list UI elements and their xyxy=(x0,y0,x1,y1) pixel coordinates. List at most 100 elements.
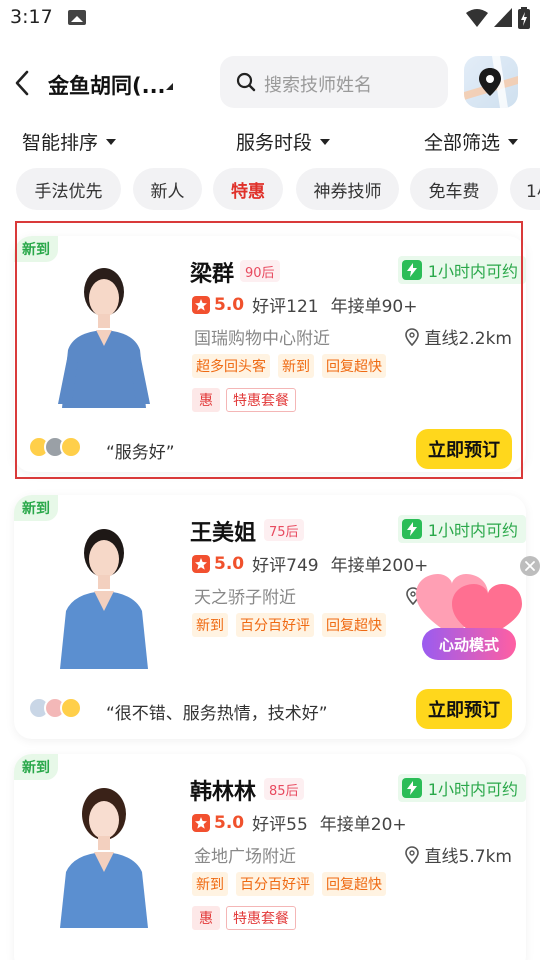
feature-tags: 新到 百分百好评 回复超快 xyxy=(192,872,386,896)
tag-free-travel[interactable]: 免车费 xyxy=(410,168,498,210)
availability-text: 1小时内可约 xyxy=(427,262,518,281)
time-filter[interactable]: 服务时段 xyxy=(236,128,331,155)
distance: 直线2.2km xyxy=(404,324,512,349)
star-icon xyxy=(192,295,210,314)
all-filter[interactable]: 全部筛选 xyxy=(424,128,519,155)
feature-tag: 回复超快 xyxy=(322,872,386,896)
rating-row: 5.0 好评55 年接单20+ xyxy=(192,810,407,835)
sort-filter[interactable]: 智能排序 xyxy=(22,128,117,155)
promo-tags: 惠 特惠套餐 xyxy=(192,388,296,412)
battery-icon xyxy=(518,7,530,29)
lightning-icon xyxy=(401,260,422,280)
tag-special-offer[interactable]: 特惠 xyxy=(213,168,283,210)
therapist-address: 国瑞购物中心附近 xyxy=(194,329,330,349)
review-count: 好评749 xyxy=(252,556,319,576)
status-time: 3:17 xyxy=(10,6,53,28)
location-selector[interactable]: 金鱼胡同(... xyxy=(48,70,166,100)
book-now-button[interactable]: 立即预订 xyxy=(416,689,512,729)
close-icon xyxy=(525,561,535,571)
feature-tag: 回复超快 xyxy=(322,613,386,637)
map-pin-icon xyxy=(464,56,518,108)
review-count: 好评121 xyxy=(252,297,319,317)
annual-orders: 年接单90+ xyxy=(330,297,418,317)
wifi-icon xyxy=(466,9,488,27)
special-package-tag: 特惠套餐 xyxy=(226,388,296,412)
signal-icon xyxy=(494,8,512,27)
lightning-icon xyxy=(401,519,422,539)
therapist-name: 王美姐 xyxy=(190,521,257,546)
therapist-address: 金地广场附近 xyxy=(194,847,296,867)
tag-chips: 手法优先 新人 特惠 神券技师 免车费 1小 xyxy=(0,168,540,212)
discount-badge: 惠 xyxy=(192,388,220,412)
caret-down-icon xyxy=(106,138,117,145)
back-arrow-icon[interactable] xyxy=(10,68,36,98)
location-pin-icon xyxy=(404,327,419,346)
feature-tag: 新到 xyxy=(192,613,228,637)
feature-tag: 百分百好评 xyxy=(236,872,314,896)
reviewer-avatars xyxy=(28,436,82,458)
age-tag: 85后 xyxy=(264,778,304,800)
availability-badge: 1小时内可约 xyxy=(397,515,526,543)
review-quote: “服务好” xyxy=(106,443,175,463)
availability-badge: 1小时内可约 xyxy=(397,774,526,802)
time-filter-label: 服务时段 xyxy=(236,132,313,154)
therapist-avatar xyxy=(44,515,164,669)
search-input[interactable]: 搜索技师姓名 xyxy=(220,56,448,108)
status-bar: 3:17 xyxy=(0,0,540,40)
annual-orders: 年接单200+ xyxy=(330,556,429,576)
rating-score: 5.0 xyxy=(214,553,245,574)
status-icons xyxy=(466,6,530,30)
feature-tag: 超多回头客 xyxy=(192,354,270,378)
age-tag: 75后 xyxy=(264,519,304,541)
filter-row: 智能排序 服务时段 全部筛选 xyxy=(0,124,540,158)
map-button[interactable] xyxy=(464,56,518,108)
therapist-avatar xyxy=(44,254,164,408)
availability-badge: 1小时内可约 xyxy=(397,256,526,284)
distance: 直线5.7km xyxy=(404,842,512,867)
tag-technique-first[interactable]: 手法优先 xyxy=(16,168,121,210)
caret-down-icon xyxy=(508,138,519,145)
tag-coupon-therapist[interactable]: 神券技师 xyxy=(296,168,399,210)
all-filter-label: 全部筛选 xyxy=(424,132,501,154)
review-quote: “很不错、服务热情，技术好” xyxy=(106,704,328,724)
therapist-card[interactable]: 新到 韩林林 85后 1小时内可约 5.0 好评55 年接单20+ 金地广场附近… xyxy=(14,754,526,960)
feature-tag: 百分百好评 xyxy=(236,613,314,637)
reviewer-avatar xyxy=(60,436,82,458)
therapist-name: 韩林林 xyxy=(190,780,257,805)
feature-tags: 超多回头客 新到 回复超快 xyxy=(192,354,386,378)
availability-text: 1小时内可约 xyxy=(427,780,518,799)
therapist-name: 梁群 xyxy=(190,262,235,287)
header: 金鱼胡同(... 搜索技师姓名 xyxy=(0,56,540,112)
therapist-card[interactable]: 新到 梁群 90后 1小时内可约 5.0 好评121 年接单90+ 国瑞购物中心… xyxy=(14,236,526,472)
distance-text: 直线5.7km xyxy=(424,847,512,867)
heartbeat-mode-promo[interactable]: 心动模式 xyxy=(412,574,524,670)
lightning-icon xyxy=(401,778,422,798)
therapist-address: 天之骄子附近 xyxy=(194,588,296,608)
feature-tag: 新到 xyxy=(192,872,228,896)
rating-score: 5.0 xyxy=(214,812,245,833)
distance-text: 直线2.2km xyxy=(424,329,512,349)
heartbeat-mode-label: 心动模式 xyxy=(422,628,516,660)
availability-text: 1小时内可约 xyxy=(427,521,518,540)
rating-row: 5.0 好评121 年接单90+ xyxy=(192,292,417,317)
location-caret-icon xyxy=(166,83,173,90)
reviewer-avatars xyxy=(28,697,82,719)
tag-one-hour[interactable]: 1小 xyxy=(510,168,540,210)
discount-badge: 惠 xyxy=(192,906,220,930)
therapist-avatar xyxy=(44,774,164,928)
rating-row: 5.0 好评749 年接单200+ xyxy=(192,551,428,576)
location-pin-icon xyxy=(404,845,419,864)
search-placeholder: 搜索技师姓名 xyxy=(264,75,372,96)
special-package-tag: 特惠套餐 xyxy=(226,906,296,930)
feature-tag: 回复超快 xyxy=(322,354,386,378)
rating-score: 5.0 xyxy=(214,294,245,315)
promo-tags: 惠 特惠套餐 xyxy=(192,906,296,930)
image-notification-icon xyxy=(68,10,86,25)
close-promo-button[interactable] xyxy=(520,556,540,576)
star-icon xyxy=(192,813,210,832)
review-count: 好评55 xyxy=(252,815,308,835)
reviewer-avatar xyxy=(60,697,82,719)
sort-filter-label: 智能排序 xyxy=(22,132,99,154)
tag-newcomer[interactable]: 新人 xyxy=(133,168,202,210)
book-now-button[interactable]: 立即预订 xyxy=(416,429,512,469)
